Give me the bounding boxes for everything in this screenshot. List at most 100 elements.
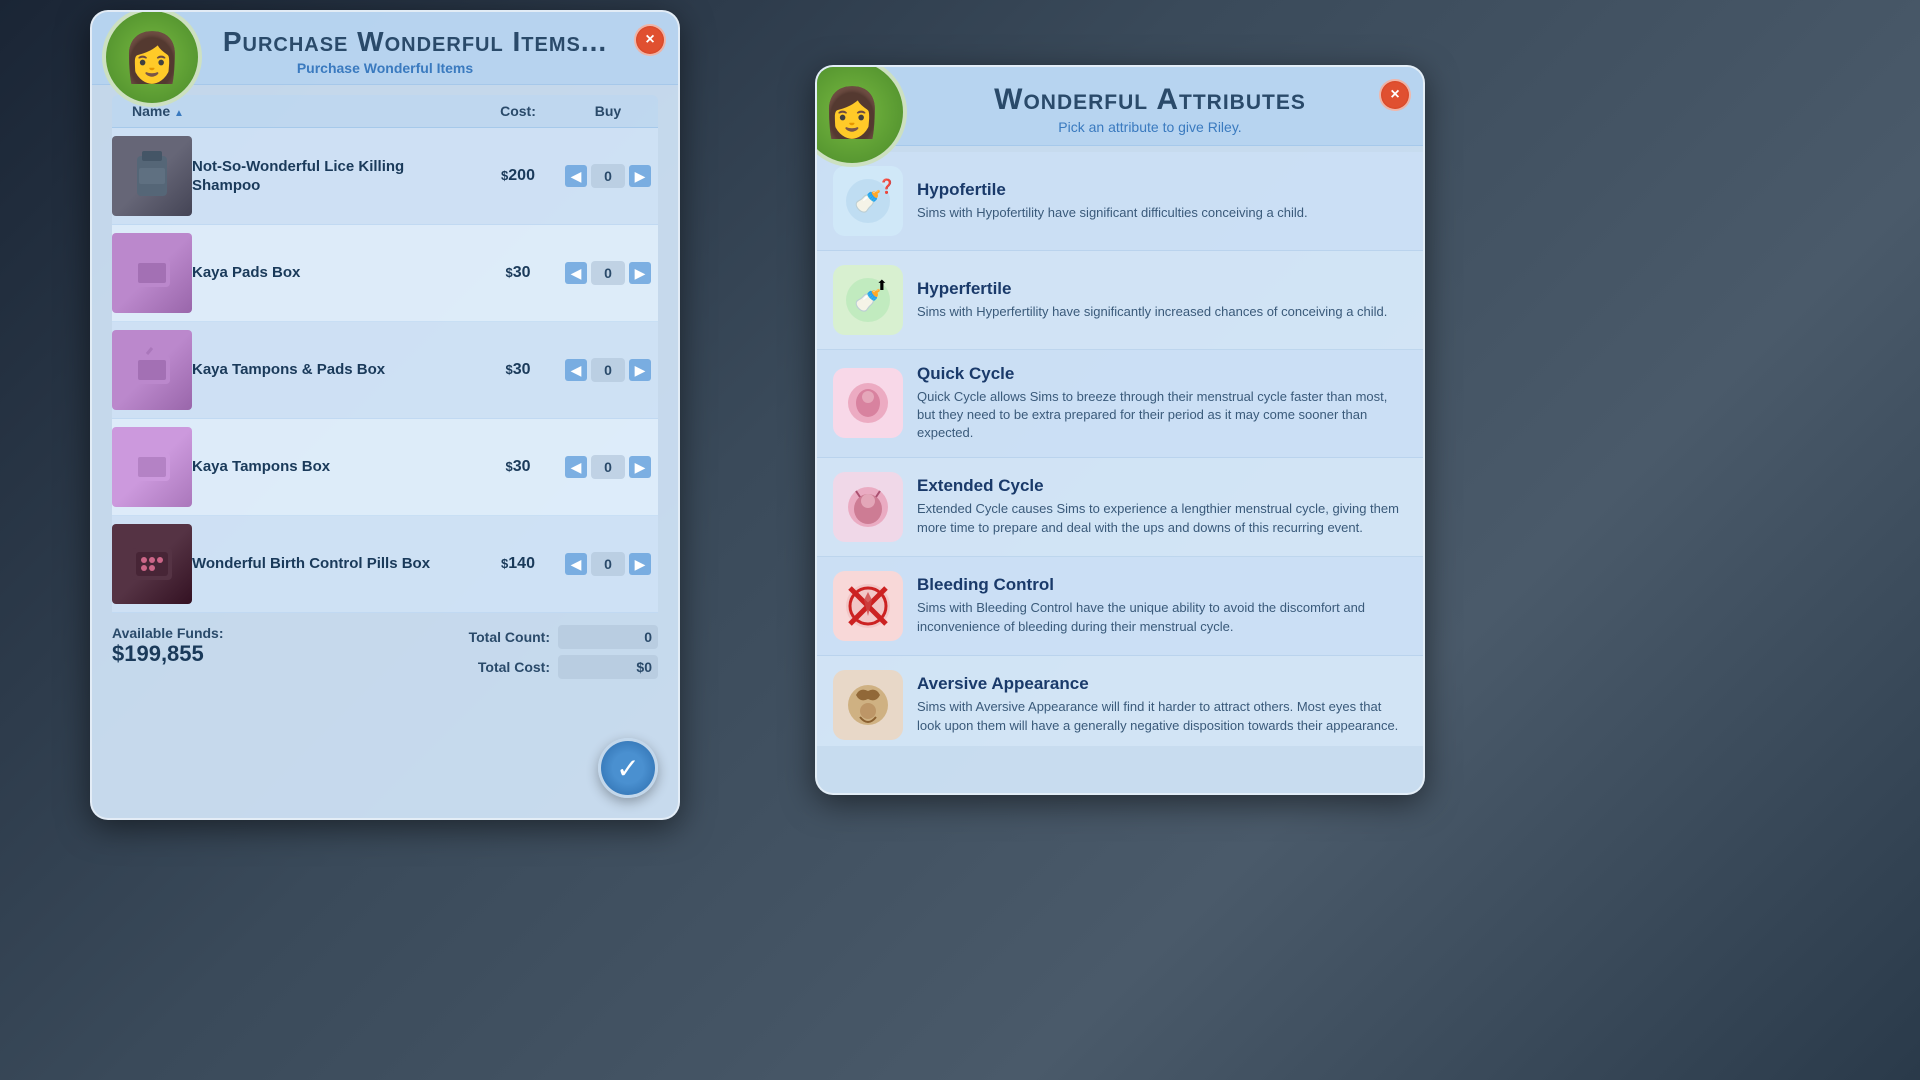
increment-btn-0[interactable]: ▶ <box>629 165 651 187</box>
attr-text-bleeding-control: Bleeding Control Sims with Bleeding Cont… <box>917 575 1407 635</box>
increment-btn-3[interactable]: ▶ <box>629 456 651 478</box>
item-name-4: Wonderful Birth Control Pills Box <box>192 554 478 574</box>
item-name-2: Kaya Tampons & Pads Box <box>192 360 478 380</box>
attributes-list: 🍼 ❓ Hypofertile Sims with Hypofertility … <box>817 146 1423 746</box>
available-funds-value: $199,855 <box>112 641 224 667</box>
totals-section: Total Count: 0 Total Cost: $0 <box>440 625 658 679</box>
stepper-val-1: 0 <box>591 261 625 285</box>
svg-text:❓: ❓ <box>878 178 895 195</box>
attr-name-aversive: Aversive Appearance <box>917 674 1407 694</box>
svg-text:⬆: ⬆ <box>876 277 888 293</box>
table-row: Not-So-Wonderful Lice Killing Shampoo $2… <box>112 128 658 225</box>
confirm-button[interactable]: ✓ <box>598 738 658 798</box>
attr-icon-quick-cycle <box>833 368 903 438</box>
purchase-dialog-subtitle: Purchase Wonderful Items <box>297 60 473 76</box>
table-row: Kaya Pads Box $30 ◀ 0 ▶ <box>112 225 658 322</box>
list-item[interactable]: Bleeding Control Sims with Bleeding Cont… <box>817 557 1423 656</box>
purchase-avatar: 👩 <box>102 10 202 107</box>
item-image-shampoo <box>112 136 192 216</box>
list-item[interactable]: Aversive Appearance Sims with Aversive A… <box>817 656 1423 746</box>
increment-btn-1[interactable]: ▶ <box>629 262 651 284</box>
attr-name-bleeding-control: Bleeding Control <box>917 575 1407 595</box>
table-row: Wonderful Birth Control Pills Box $140 ◀… <box>112 516 658 613</box>
total-cost-value: $0 <box>558 655 658 679</box>
purchase-footer: Available Funds: $199,855 Total Count: 0… <box>112 625 658 679</box>
purchase-dialog-title: Purchase Wonderful Items... <box>223 26 607 58</box>
decrement-btn-1[interactable]: ◀ <box>565 262 587 284</box>
total-count-label: Total Count: <box>440 629 550 645</box>
increment-btn-4[interactable]: ▶ <box>629 553 651 575</box>
attr-icon-bleeding-control <box>833 571 903 641</box>
attr-name-quick-cycle: Quick Cycle <box>917 364 1407 384</box>
attr-avatar-icon: 👩 <box>822 84 882 141</box>
attributes-dialog: 👩 Wonderful Attributes Pick an attribute… <box>815 65 1425 795</box>
decrement-btn-0[interactable]: ◀ <box>565 165 587 187</box>
item-buy-4: ◀ 0 ▶ <box>558 552 658 576</box>
purchase-dialog-header: 👩 Purchase Wonderful Items... Purchase W… <box>92 12 678 85</box>
attr-icon-hyperfertile: 🍼 ⬆ <box>833 265 903 335</box>
item-buy-1: ◀ 0 ▶ <box>558 261 658 285</box>
funds-section: Available Funds: $199,855 <box>112 625 224 667</box>
available-funds-label: Available Funds: <box>112 625 224 641</box>
item-buy-3: ◀ 0 ▶ <box>558 455 658 479</box>
total-count-value: 0 <box>558 625 658 649</box>
item-image-pills <box>112 524 192 604</box>
attributes-close-button[interactable]: × <box>1379 79 1411 111</box>
purchase-dialog: 👩 Purchase Wonderful Items... Purchase W… <box>90 10 680 820</box>
stepper-val-4: 0 <box>591 552 625 576</box>
attr-desc-hypofertile: Sims with Hypofertility have significant… <box>917 204 1407 222</box>
table-row: Kaya Tampons & Pads Box $30 ◀ 0 ▶ <box>112 322 658 419</box>
purchase-table-header: Name ▲ Cost: Buy <box>112 95 658 128</box>
table-row: Kaya Tampons Box $30 ◀ 0 ▶ <box>112 419 658 516</box>
sort-arrow-icon[interactable]: ▲ <box>174 108 184 119</box>
increment-btn-2[interactable]: ▶ <box>629 359 651 381</box>
item-buy-0: ◀ 0 ▶ <box>558 164 658 188</box>
stepper-val-3: 0 <box>591 455 625 479</box>
item-buy-2: ◀ 0 ▶ <box>558 358 658 382</box>
attr-text-extended-cycle: Extended Cycle Extended Cycle causes Sim… <box>917 476 1407 536</box>
col-name-header: Name ▲ <box>112 103 478 119</box>
stepper-val-0: 0 <box>591 164 625 188</box>
attr-name-hypofertile: Hypofertile <box>917 180 1407 200</box>
attr-desc-bleeding-control: Sims with Bleeding Control have the uniq… <box>917 599 1407 635</box>
total-cost-row: Total Cost: $0 <box>440 655 658 679</box>
attr-text-quick-cycle: Quick Cycle Quick Cycle allows Sims to b… <box>917 364 1407 443</box>
attr-name-extended-cycle: Extended Cycle <box>917 476 1407 496</box>
decrement-btn-3[interactable]: ◀ <box>565 456 587 478</box>
total-cost-label: Total Cost: <box>440 659 550 675</box>
item-name-0: Not-So-Wonderful Lice Killing Shampoo <box>192 157 478 196</box>
attr-desc-extended-cycle: Extended Cycle causes Sims to experience… <box>917 500 1407 536</box>
attr-icon-extended-cycle <box>833 472 903 542</box>
item-image-tampons <box>112 427 192 507</box>
item-cost-1: $30 <box>478 264 558 282</box>
total-count-row: Total Count: 0 <box>440 625 658 649</box>
item-name-1: Kaya Pads Box <box>192 263 478 283</box>
item-image-tampons-pads <box>112 330 192 410</box>
attr-desc-quick-cycle: Quick Cycle allows Sims to breeze throug… <box>917 388 1407 443</box>
attr-text-hyperfertile: Hyperfertile Sims with Hyperfertility ha… <box>917 279 1407 321</box>
list-item[interactable]: 🍼 ❓ Hypofertile Sims with Hypofertility … <box>817 152 1423 251</box>
attr-text-hypofertile: Hypofertile Sims with Hypofertility have… <box>917 180 1407 222</box>
attr-desc-aversive: Sims with Aversive Appearance will find … <box>917 698 1407 734</box>
attr-icon-hypofertile: 🍼 ❓ <box>833 166 903 236</box>
col-buy-header: Buy <box>558 103 658 119</box>
item-cost-0: $200 <box>478 167 558 185</box>
list-item[interactable]: Extended Cycle Extended Cycle causes Sim… <box>817 458 1423 557</box>
attributes-dialog-header: 👩 Wonderful Attributes Pick an attribute… <box>817 67 1423 146</box>
attr-text-aversive: Aversive Appearance Sims with Aversive A… <box>917 674 1407 734</box>
attributes-dialog-subtitle: Pick an attribute to give Riley. <box>1058 119 1241 135</box>
item-name-3: Kaya Tampons Box <box>192 457 478 477</box>
item-cost-4: $140 <box>478 555 558 573</box>
list-item[interactable]: Quick Cycle Quick Cycle allows Sims to b… <box>817 350 1423 458</box>
purchase-close-button[interactable]: × <box>634 24 666 56</box>
decrement-btn-2[interactable]: ◀ <box>565 359 587 381</box>
list-item[interactable]: 🍼 ⬆ Hyperfertile Sims with Hyperfertilit… <box>817 251 1423 350</box>
attr-name-hyperfertile: Hyperfertile <box>917 279 1407 299</box>
item-cost-2: $30 <box>478 361 558 379</box>
decrement-btn-4[interactable]: ◀ <box>565 553 587 575</box>
stepper-val-2: 0 <box>591 358 625 382</box>
avatar-icon: 👩 <box>122 29 182 86</box>
col-cost-header: Cost: <box>478 103 558 119</box>
item-cost-3: $30 <box>478 458 558 476</box>
attributes-dialog-title: Wonderful Attributes <box>994 83 1306 117</box>
